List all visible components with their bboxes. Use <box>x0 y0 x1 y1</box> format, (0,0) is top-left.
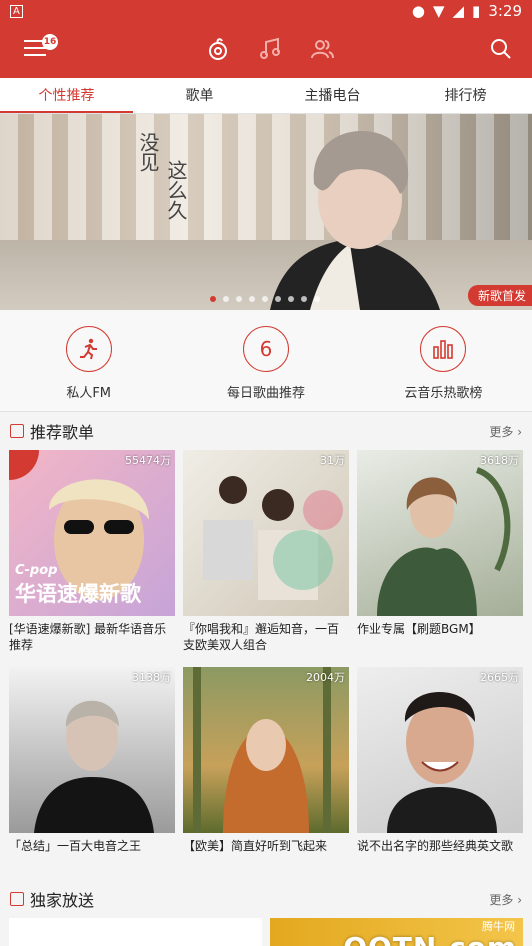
calendar-check-icon <box>10 424 24 438</box>
playlist-cover: 3138万 <box>9 667 175 833</box>
playlist-card[interactable]: 3618万 作业专属【刷题BGM】 <box>357 450 523 659</box>
shortcut-label: 每日歌曲推荐 <box>226 386 305 401</box>
playlist-grid: 55474万 C-pop 华语速爆新歌 [华语速爆新歌] 最新华语音乐推荐 31… <box>0 450 532 876</box>
shortcut-daily-songs[interactable]: 6 每日歌曲推荐 <box>177 310 354 411</box>
clock: 3:29 <box>488 2 522 20</box>
banner-artist-image <box>270 131 440 310</box>
shortcut-label: 私人FM <box>66 386 112 401</box>
playlist-caption: 【欧美】简直好听到飞起来 <box>183 839 328 853</box>
exclusive-row: QQTN.com 腾牛网 <box>0 918 532 946</box>
banner-dot[interactable] <box>262 296 268 302</box>
shortcut-personal-fm[interactable]: 私人FM <box>0 310 177 411</box>
banner-poem-line1: 没见 <box>136 132 160 172</box>
playlist-cover: 31万 <box>183 450 349 616</box>
cover-text: C-pop 华语速爆新歌 <box>15 563 141 606</box>
battery-icon: ▮ <box>472 2 481 20</box>
chart-bars-icon <box>420 326 467 372</box>
banner-pager[interactable] <box>210 296 320 302</box>
tab-bar: 个性推荐 歌单 主播电台 排行榜 <box>0 78 532 114</box>
playlist-card[interactable]: 2004万 【欧美】简直好听到飞起来 <box>183 667 349 876</box>
banner-dot[interactable] <box>314 296 320 302</box>
playlist-caption: [华语速爆新歌] 最新华语音乐推荐 <box>9 622 167 652</box>
banner-poem-line2: 这么久 <box>164 160 188 220</box>
shortcut-hot-chart[interactable]: 云音乐热歌榜 <box>355 310 532 411</box>
tab-charts[interactable]: 排行榜 <box>399 78 532 113</box>
section-title: 独家放送 <box>30 891 95 910</box>
tab-personal-recommend[interactable]: 个性推荐 <box>0 78 133 113</box>
cover-art <box>387 692 497 833</box>
signal-icon: ◢ <box>452 2 465 20</box>
playlist-card[interactable]: 31万 『你唱我和』邂逅知音，一百支欧美双人组合 <box>183 450 349 659</box>
search-icon[interactable] <box>490 38 512 60</box>
cover-art <box>203 476 343 600</box>
music-box-icon <box>10 892 24 906</box>
play-count: 31万 <box>320 454 345 467</box>
music-note-icon[interactable] <box>257 36 283 62</box>
play-count: 3618万 <box>480 454 519 467</box>
banner-dot[interactable] <box>301 296 307 302</box>
shortcut-label: 云音乐热歌榜 <box>404 386 483 401</box>
banner-dot[interactable] <box>288 296 294 302</box>
more-link[interactable]: 更多 › <box>489 891 522 908</box>
more-link[interactable]: 更多 › <box>489 423 522 440</box>
playlist-caption: 说不出名字的那些经典英文歌 <box>357 839 514 853</box>
tab-radio[interactable]: 主播电台 <box>266 78 399 113</box>
playlist-cover: 55474万 C-pop 华语速爆新歌 <box>9 450 175 616</box>
play-count: 3138万 <box>132 671 171 684</box>
playlist-card[interactable]: 55474万 C-pop 华语速爆新歌 [华语速爆新歌] 最新华语音乐推荐 <box>9 450 175 659</box>
banner-dot[interactable] <box>210 296 216 302</box>
banner[interactable]: 没见 这么久 新歌首发 <box>0 114 532 310</box>
watermark-sub: 腾牛网 <box>482 920 515 933</box>
exclusive-card[interactable]: QQTN.com 腾牛网 <box>270 918 523 946</box>
playlist-caption: 『你唱我和』邂逅知音，一百支欧美双人组合 <box>183 622 340 652</box>
status-bar: A ● ▼ ◢ ▮ 3:29 <box>0 0 532 22</box>
exclusive-card[interactable] <box>9 918 262 946</box>
recommended-header: 推荐歌单 更多 › <box>0 412 532 450</box>
cover-art <box>377 467 511 616</box>
notification-icon: A <box>10 4 23 18</box>
playlist-cover: 2665万 <box>357 667 523 833</box>
banner-tag: 新歌首发 <box>467 285 532 306</box>
playlist-cover: 2004万 <box>183 667 349 833</box>
play-count: 2665万 <box>480 671 519 684</box>
play-count: 2004万 <box>306 671 345 684</box>
menu-badge: 16 <box>42 34 58 50</box>
banner-dot[interactable] <box>249 296 255 302</box>
playlist-card[interactable]: 3138万 「总结」一百大电音之王 <box>9 667 175 876</box>
cover-art <box>34 700 154 833</box>
netease-music-icon[interactable] <box>205 36 231 62</box>
play-count: 55474万 <box>125 454 171 467</box>
tab-playlists[interactable]: 歌单 <box>133 78 266 113</box>
playlist-caption: 作业专属【刷题BGM】 <box>357 622 481 636</box>
playlist-caption: 「总结」一百大电音之王 <box>9 839 142 853</box>
section-title: 推荐歌单 <box>30 423 95 442</box>
exclusive-header: 独家放送 更多 › <box>0 880 532 918</box>
location-icon: ● <box>411 2 425 20</box>
playlist-cover: 3618万 <box>357 450 523 616</box>
wifi-icon: ▼ <box>432 2 445 20</box>
shortcuts: 私人FM 6 每日歌曲推荐 云音乐热歌榜 <box>0 310 532 412</box>
banner-dot[interactable] <box>223 296 229 302</box>
banner-dot[interactable] <box>236 296 242 302</box>
banner-dot[interactable] <box>275 296 281 302</box>
app-bar: 16 <box>0 22 532 78</box>
runner-icon <box>65 326 112 372</box>
playlist-card[interactable]: 2665万 说不出名字的那些经典英文歌 <box>357 667 523 876</box>
calendar-day-icon: 6 <box>242 326 289 372</box>
cover-art <box>193 667 331 833</box>
friends-icon[interactable] <box>309 36 335 62</box>
